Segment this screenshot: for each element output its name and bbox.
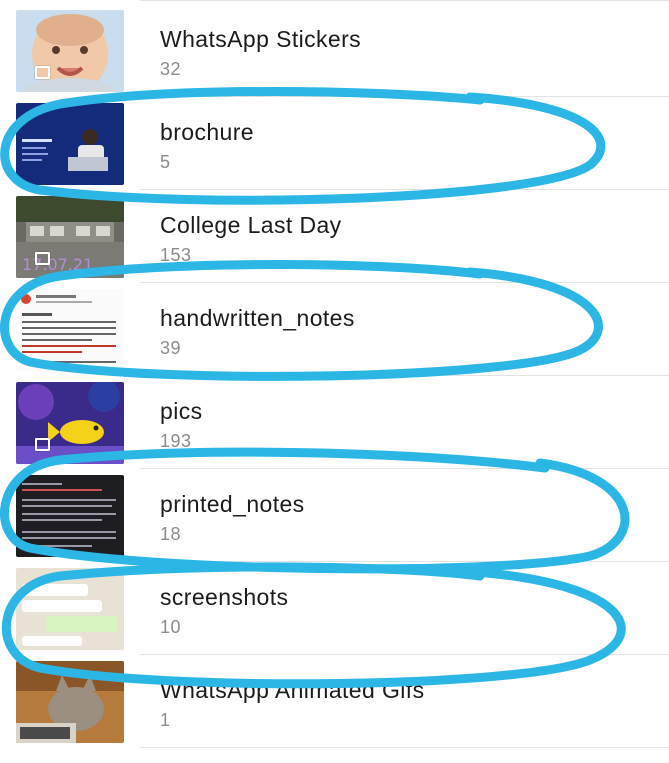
album-list: WhatsApp Stickers 32 brochure 5 17.07.21… <box>0 0 669 763</box>
divider <box>140 0 669 1</box>
svg-text:17.07.21: 17.07.21 <box>22 255 93 274</box>
album-thumbnail <box>16 10 124 92</box>
album-count: 18 <box>160 524 182 544</box>
album-name: pics <box>160 398 203 424</box>
cat-photo-icon <box>16 661 124 743</box>
album-count: 5 <box>160 152 171 172</box>
video-badge-icon <box>35 252 50 265</box>
dark-text-page-icon <box>16 475 124 557</box>
album-thumbnail: 17.07.21 <box>16 196 124 278</box>
album-name: brochure <box>160 119 254 145</box>
album-name: screenshots <box>160 584 289 610</box>
album-count: 193 <box>160 431 192 451</box>
document-page-icon <box>16 289 124 371</box>
album-row-brochure[interactable]: brochure 5 <box>0 97 669 190</box>
album-count: 39 <box>160 338 182 358</box>
album-row-screenshots[interactable]: screenshots 10 <box>0 562 669 655</box>
album-row-college-last-day[interactable]: 17.07.21 College Last Day 153 <box>0 190 669 283</box>
album-row-whatsapp-animated-gifs[interactable]: WhatsApp Animated Gifs 1 <box>0 655 669 748</box>
album-name: printed_notes <box>160 491 305 517</box>
album-name: College Last Day <box>160 212 342 238</box>
album-thumbnail <box>16 661 124 743</box>
album-row-handwritten-notes[interactable]: handwritten_notes 39 <box>0 283 669 376</box>
album-thumbnail <box>16 382 124 464</box>
brochure-page-icon <box>16 103 124 185</box>
video-badge-icon <box>35 66 50 79</box>
album-count: 32 <box>160 59 182 79</box>
album-count: 153 <box>160 245 192 265</box>
album-thumbnail <box>16 568 124 650</box>
album-row-printed-notes[interactable]: printed_notes 18 <box>0 469 669 562</box>
album-count: 1 <box>160 710 171 730</box>
album-name: WhatsApp Animated Gifs <box>160 677 425 703</box>
album-thumbnail <box>16 289 124 371</box>
fish-photo-icon <box>16 382 124 464</box>
album-row-pics[interactable]: pics 193 <box>0 376 669 469</box>
baby-photo-icon <box>16 10 124 92</box>
album-row-whatsapp-stickers[interactable]: WhatsApp Stickers 32 <box>0 4 669 97</box>
album-name: handwritten_notes <box>160 305 355 331</box>
album-count: 10 <box>160 617 182 637</box>
video-badge-icon <box>35 438 50 451</box>
chat-screenshot-icon <box>16 568 124 650</box>
album-name: WhatsApp Stickers <box>160 26 362 52</box>
college-photo-icon: 17.07.21 <box>16 196 124 278</box>
album-thumbnail <box>16 103 124 185</box>
album-thumbnail <box>16 475 124 557</box>
